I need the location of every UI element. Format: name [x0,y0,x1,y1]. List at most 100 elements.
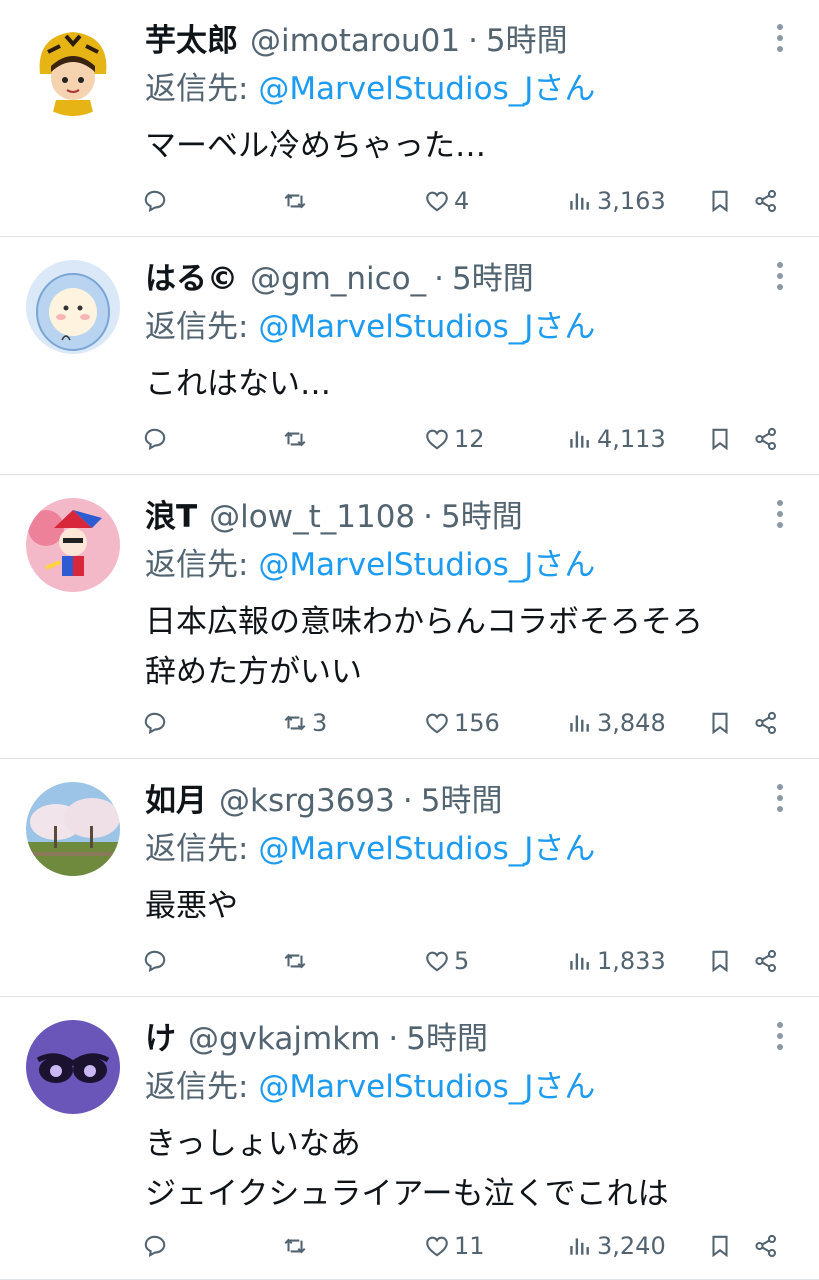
avatar[interactable] [26,22,120,116]
heart-icon [424,948,450,974]
tweet[interactable]: 芋太郎 @imotarou01 · 5時間 返信先: @MarvelStudio… [0,0,819,237]
share-icon [753,1233,779,1259]
heart-icon [424,426,450,452]
share-button[interactable] [753,419,779,459]
tweet[interactable]: け @gvkajmkm · 5時間 返信先: @MarvelStudios_Jさ… [0,998,819,1280]
bookmark-button[interactable] [707,419,733,459]
share-icon [753,426,779,452]
share-button[interactable] [753,703,779,743]
like-button[interactable]: 11 [424,1226,485,1266]
share-button[interactable] [753,1226,779,1266]
separator-dot: · [468,23,478,59]
bookmark-button[interactable] [707,1226,733,1266]
share-icon [753,948,779,974]
avatar[interactable] [26,782,120,876]
display-name[interactable]: け [145,1018,176,1060]
tweet-text: 最悪や [145,888,238,924]
display-name[interactable]: はる© [145,258,238,300]
display-name[interactable]: 浪T [145,496,197,538]
tweet-text: きっしょいなあ ジェイクシュライアーも泣くでこれは [145,1126,669,1212]
views-button[interactable]: 1,833 [567,941,666,981]
reply-to-link[interactable]: @MarvelStudios_Jさん [258,1069,595,1105]
reply-button[interactable] [142,181,172,221]
user-handle[interactable]: @low_t_1108 [209,496,415,538]
reply-button[interactable] [142,941,172,981]
tweet-header: 如月 @ksrg3693 · 5時間 [145,780,502,822]
repost-button[interactable] [282,419,312,459]
timestamp[interactable]: 5時間 [452,258,534,300]
reply-prefix: 返信先: [145,831,259,867]
timestamp[interactable]: 5時間 [486,20,568,62]
views-icon [567,188,593,214]
views-count: 3,240 [597,1232,666,1260]
more-options-icon[interactable] [775,24,785,56]
more-options-icon[interactable] [775,1022,785,1054]
separator-dot: · [423,499,433,535]
reply-to-link[interactable]: @MarvelStudios_Jさん [258,831,595,867]
bookmark-icon [707,948,733,974]
avatar[interactable] [26,260,120,354]
user-handle[interactable]: @imotarou01 [250,20,460,62]
reply-context: 返信先: @MarvelStudios_Jさん [145,306,595,348]
bookmark-button[interactable] [707,703,733,743]
tweet[interactable]: 如月 @ksrg3693 · 5時間 返信先: @MarvelStudios_J… [0,760,819,997]
tweet[interactable]: はる© @gm_nico_ · 5時間 返信先: @MarvelStudios_… [0,238,819,475]
like-button[interactable]: 12 [424,419,485,459]
tweet[interactable]: 浪T @low_t_1108 · 5時間 返信先: @MarvelStudios… [0,476,819,759]
views-button[interactable]: 3,240 [567,1226,666,1266]
reply-button[interactable] [142,419,172,459]
like-button[interactable]: 156 [424,703,500,743]
tweet-header: はる© @gm_nico_ · 5時間 [145,258,534,300]
reply-prefix: 返信先: [145,71,259,107]
timestamp[interactable]: 5時間 [421,780,503,822]
repost-button[interactable] [282,181,312,221]
timestamp[interactable]: 5時間 [441,496,523,538]
timestamp[interactable]: 5時間 [406,1018,488,1060]
bookmark-button[interactable] [707,181,733,221]
like-button[interactable]: 5 [424,941,469,981]
like-count: 11 [454,1232,485,1260]
bookmark-icon [707,710,733,736]
like-count: 12 [454,425,485,453]
avatar[interactable] [26,1020,120,1114]
bookmark-button[interactable] [707,941,733,981]
user-handle[interactable]: @gm_nico_ [250,258,426,300]
repost-button[interactable] [282,941,312,981]
reply-to-link[interactable]: @MarvelStudios_Jさん [258,547,595,583]
more-options-icon[interactable] [775,784,785,816]
repost-button[interactable]: 3 [282,703,327,743]
repost-button[interactable] [282,1226,312,1266]
tweet-header: け @gvkajmkm · 5時間 [145,1018,488,1060]
like-button[interactable]: 4 [424,181,469,221]
views-count: 3,848 [597,709,666,737]
action-bar: 4 3,163 [0,181,819,221]
share-button[interactable] [753,181,779,221]
action-bar: 12 4,113 [0,419,819,459]
reply-button[interactable] [142,703,172,743]
views-button[interactable]: 4,113 [567,419,666,459]
reply-to-link[interactable]: @MarvelStudios_Jさん [258,309,595,345]
display-name[interactable]: 如月 [145,780,207,822]
views-button[interactable]: 3,848 [567,703,666,743]
user-handle[interactable]: @gvkajmkm [188,1018,380,1060]
action-bar: 3 156 3,848 [0,703,819,743]
display-name[interactable]: 芋太郎 [145,20,238,62]
tweet-text: 日本広報の意味わからんコラボそろそろ 辞めた方がいい [145,604,703,690]
views-count: 1,833 [597,947,666,975]
reply-button[interactable] [142,1226,172,1266]
views-button[interactable]: 3,163 [567,181,666,221]
user-handle[interactable]: @ksrg3693 [219,780,395,822]
share-icon [753,710,779,736]
separator-dot: · [388,1021,399,1057]
bookmark-icon [707,188,733,214]
more-options-icon[interactable] [775,500,785,532]
like-count: 5 [454,947,470,975]
repost-icon [282,948,308,974]
like-count: 156 [454,709,500,737]
more-options-icon[interactable] [775,262,785,294]
reply-icon [142,1233,168,1259]
views-icon [567,1233,593,1259]
avatar[interactable] [26,498,120,592]
reply-to-link[interactable]: @MarvelStudios_Jさん [258,71,595,107]
share-button[interactable] [753,941,779,981]
